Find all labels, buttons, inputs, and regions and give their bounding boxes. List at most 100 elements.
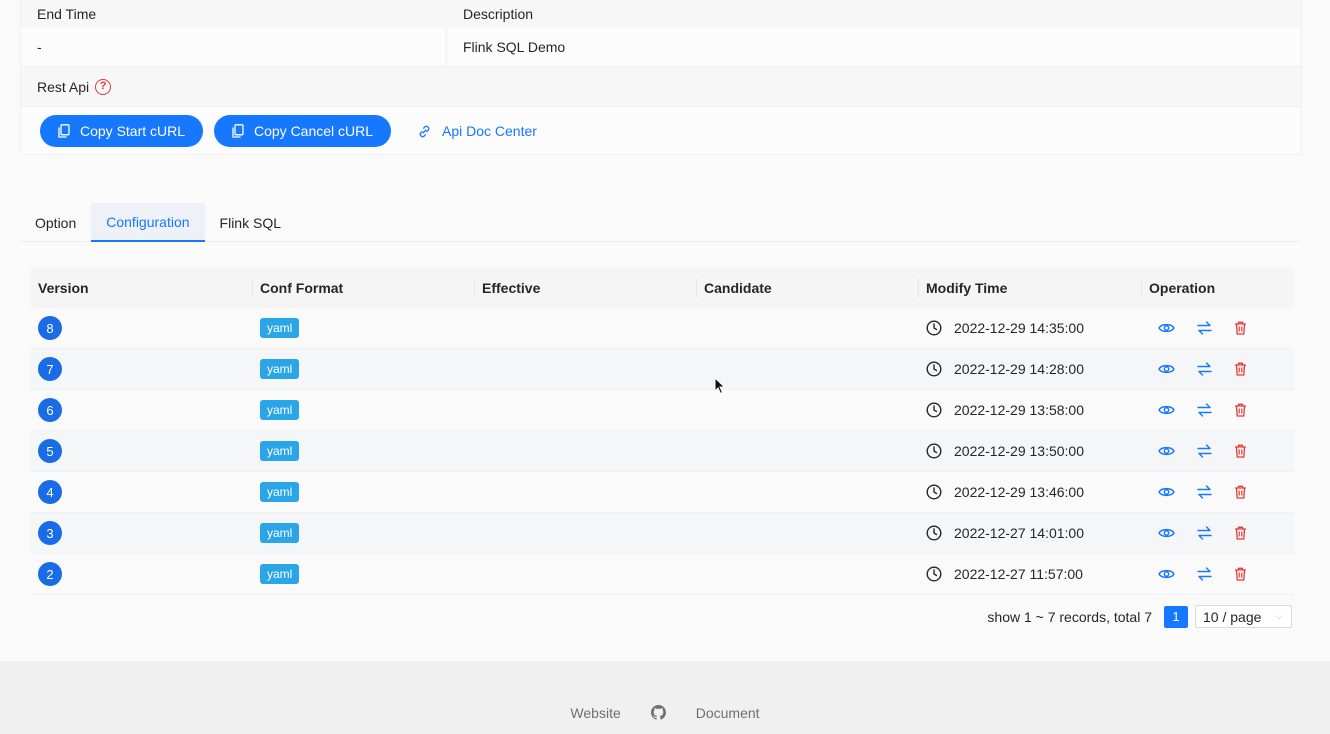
conf-format-tag: yaml	[260, 400, 300, 420]
clock-icon	[926, 443, 948, 459]
tab-configuration[interactable]: Configuration	[91, 203, 205, 242]
table-row: 3 yaml 2022-12-27 14:01:00	[30, 513, 1294, 554]
column-header-candidate: Candidate	[696, 268, 918, 308]
tab-option[interactable]: Option	[20, 203, 91, 242]
version-badge: 7	[38, 357, 62, 381]
copy-cancel-curl-button[interactable]: Copy Cancel cURL	[214, 115, 392, 147]
modify-time-value: 2022-12-29 13:58:00	[954, 402, 1084, 418]
effective-cell	[474, 554, 696, 594]
delete-trash-icon[interactable]	[1234, 485, 1247, 499]
conf-format-cell: yaml	[252, 390, 474, 430]
view-eye-icon[interactable]	[1158, 363, 1175, 375]
version-cell: 3	[30, 513, 252, 553]
clock-icon	[926, 566, 948, 582]
view-eye-icon[interactable]	[1158, 486, 1175, 498]
version-cell: 2	[30, 554, 252, 594]
rest-api-row: Rest Api ?	[21, 66, 1301, 106]
version-badge: 2	[38, 562, 62, 586]
table-row: 4 yaml 2022-12-29 13:46:00	[30, 472, 1294, 513]
footer: Website Document	[0, 661, 1330, 734]
operation-cell	[1141, 513, 1294, 553]
copy-cancel-curl-label: Copy Cancel cURL	[254, 123, 374, 139]
clock-icon	[926, 361, 948, 377]
delete-trash-icon[interactable]	[1234, 444, 1247, 458]
modify-time-value: 2022-12-29 14:35:00	[954, 320, 1084, 336]
compare-swap-icon[interactable]	[1197, 485, 1212, 499]
candidate-cell	[696, 390, 918, 430]
modify-time-cell: 2022-12-29 13:58:00	[918, 390, 1141, 430]
candidate-cell	[696, 554, 918, 594]
conf-format-cell: yaml	[252, 349, 474, 389]
conf-format-cell: yaml	[252, 431, 474, 471]
page-1-button[interactable]: 1	[1164, 605, 1188, 628]
version-cell: 5	[30, 431, 252, 471]
candidate-cell	[696, 349, 918, 389]
compare-swap-icon[interactable]	[1197, 321, 1212, 335]
delete-trash-icon[interactable]	[1234, 526, 1247, 540]
delete-trash-icon[interactable]	[1234, 362, 1247, 376]
rest-api-label-cell: Rest Api ?	[21, 67, 112, 106]
candidate-cell	[696, 472, 918, 512]
view-eye-icon[interactable]	[1158, 568, 1175, 580]
table-header: Version Conf Format Effective Candidate …	[30, 268, 1294, 308]
rest-api-label: Rest Api	[37, 78, 90, 95]
chevron-down-icon: ⌵	[1275, 611, 1283, 622]
delete-trash-icon[interactable]	[1234, 567, 1247, 581]
candidate-cell	[696, 308, 918, 348]
effective-cell	[474, 431, 696, 471]
footer-document-link[interactable]: Document	[696, 705, 760, 721]
view-eye-icon[interactable]	[1158, 404, 1175, 416]
modify-time-cell: 2022-12-29 13:50:00	[918, 431, 1141, 471]
details-header-row: End Time Description	[21, 0, 1301, 28]
conf-format-tag: yaml	[260, 564, 300, 584]
version-cell: 8	[30, 308, 252, 348]
conf-format-cell: yaml	[252, 554, 474, 594]
table-row: 2 yaml 2022-12-27 11:57:00	[30, 554, 1294, 595]
compare-swap-icon[interactable]	[1197, 526, 1212, 540]
question-circle-icon[interactable]: ?	[95, 78, 112, 95]
table-row: 5 yaml 2022-12-29 13:50:00	[30, 431, 1294, 472]
api-doc-center-link[interactable]: Api Doc Center	[417, 115, 537, 147]
candidate-cell	[696, 431, 918, 471]
modify-time-cell: 2022-12-29 14:28:00	[918, 349, 1141, 389]
pagination-total: show 1 ~ 7 records, total 7	[987, 608, 1152, 625]
description-value: Flink SQL Demo	[463, 39, 566, 55]
copy-start-curl-label: Copy Start cURL	[80, 123, 186, 139]
details-value-row: - Flink SQL Demo	[21, 28, 1301, 66]
compare-swap-icon[interactable]	[1197, 567, 1212, 581]
version-badge: 3	[38, 521, 62, 545]
modify-time-value: 2022-12-29 14:28:00	[954, 361, 1084, 377]
modify-time-cell: 2022-12-27 11:57:00	[918, 554, 1141, 594]
rest-api-actions-row: Copy Start cURL Copy Cancel cURL Api Doc…	[21, 106, 1301, 154]
version-badge: 5	[38, 439, 62, 463]
github-icon[interactable]	[650, 705, 666, 720]
view-eye-icon[interactable]	[1158, 527, 1175, 539]
page-size-select[interactable]: 10 / page ⌵	[1195, 605, 1292, 628]
compare-swap-icon[interactable]	[1197, 403, 1212, 417]
column-header-modify-time: Modify Time	[918, 268, 1141, 308]
operation-cell	[1141, 349, 1294, 389]
view-eye-icon[interactable]	[1158, 322, 1175, 334]
compare-swap-icon[interactable]	[1197, 444, 1212, 458]
version-badge: 4	[38, 480, 62, 504]
column-header-conf-format: Conf Format	[252, 268, 474, 308]
view-eye-icon[interactable]	[1158, 445, 1175, 457]
delete-trash-icon[interactable]	[1234, 321, 1247, 335]
delete-trash-icon[interactable]	[1234, 403, 1247, 417]
operation-cell	[1141, 472, 1294, 512]
configuration-table: Version Conf Format Effective Candidate …	[30, 268, 1294, 595]
tab-flink-sql[interactable]: Flink SQL	[205, 203, 296, 242]
copy-start-curl-button[interactable]: Copy Start cURL	[40, 115, 204, 147]
footer-website-link[interactable]: Website	[570, 705, 620, 721]
candidate-cell	[696, 513, 918, 553]
end-time-value: -	[21, 28, 447, 66]
conf-format-cell: yaml	[252, 513, 474, 553]
effective-cell	[474, 390, 696, 430]
table-row: 7 yaml 2022-12-29 14:28:00	[30, 349, 1294, 390]
page-size-value: 10 / page	[1203, 608, 1262, 625]
copy-icon	[58, 124, 70, 138]
compare-swap-icon[interactable]	[1197, 362, 1212, 376]
detail-tabs: Option Configuration Flink SQL	[20, 203, 1300, 242]
modify-time-value: 2022-12-27 14:01:00	[954, 525, 1084, 541]
modify-time-cell: 2022-12-29 13:46:00	[918, 472, 1141, 512]
